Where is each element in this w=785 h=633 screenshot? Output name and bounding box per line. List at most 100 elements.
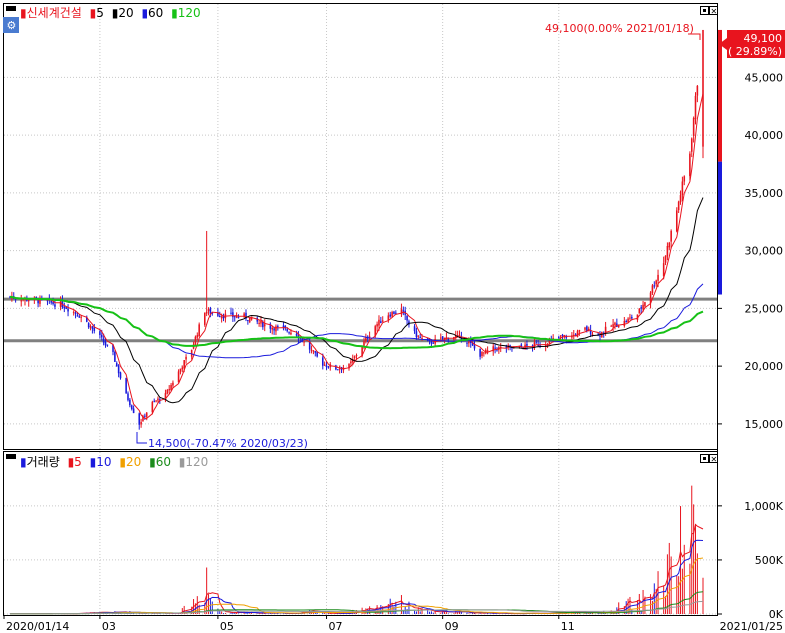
candle-body bbox=[380, 321, 382, 324]
candle-body bbox=[220, 316, 223, 319]
candle-body bbox=[115, 363, 118, 367]
volume-panel-frame bbox=[3, 451, 718, 616]
candle-body bbox=[196, 335, 199, 338]
x-tick-label: 2020/01/14 bbox=[6, 620, 69, 633]
candle-body bbox=[151, 401, 154, 413]
ma-legend-120: 120 bbox=[178, 6, 201, 20]
candle-body bbox=[526, 343, 528, 346]
candle-body bbox=[273, 328, 275, 331]
candle-body bbox=[179, 368, 182, 372]
candle-body bbox=[288, 332, 290, 334]
x-tick-label: 03 bbox=[102, 620, 116, 633]
candle-body bbox=[275, 326, 277, 332]
volume-panel-icon[interactable] bbox=[6, 454, 16, 459]
candle-body bbox=[140, 421, 142, 425]
candle-body bbox=[338, 368, 341, 370]
candle-body bbox=[91, 326, 94, 329]
candle-body bbox=[402, 310, 405, 312]
candle-body bbox=[395, 312, 397, 314]
candle-body bbox=[681, 181, 684, 196]
current-price-bar bbox=[718, 29, 722, 295]
candle-body bbox=[286, 329, 288, 332]
candle-body bbox=[100, 334, 103, 338]
candle-body bbox=[365, 337, 367, 342]
candle-body bbox=[106, 344, 109, 346]
candle-body bbox=[381, 320, 384, 322]
candle-body bbox=[466, 342, 468, 344]
settings-icon[interactable]: ⚙ bbox=[7, 19, 17, 32]
x-tick-label: 07 bbox=[329, 620, 343, 633]
candle-body bbox=[277, 326, 279, 328]
candle-body bbox=[591, 334, 594, 336]
candle-body bbox=[625, 321, 628, 323]
candle-body bbox=[130, 405, 133, 410]
candle-body bbox=[389, 314, 392, 317]
x-axis: 2020/01/14 03 05 07 09 11 2021/01/25 bbox=[3, 615, 783, 633]
candle-body bbox=[468, 341, 470, 344]
candle-body bbox=[610, 325, 613, 327]
candle-body bbox=[76, 315, 79, 317]
candle-body bbox=[271, 327, 274, 330]
candle-body bbox=[181, 367, 184, 370]
price-tick-label: 30,000 bbox=[745, 245, 784, 258]
stock-chart-window: 15,000 20,000 25,000 30,000 35,000 40,000 45,0… bbox=[0, 0, 785, 633]
candle-body bbox=[479, 348, 481, 357]
candle-body bbox=[209, 308, 212, 314]
candle-body bbox=[247, 320, 249, 322]
candle-body bbox=[177, 371, 180, 383]
candle-body bbox=[185, 356, 187, 360]
price-panel-icon[interactable] bbox=[6, 6, 16, 11]
candle-body bbox=[263, 324, 266, 327]
candle-body bbox=[561, 334, 564, 337]
candle-body bbox=[378, 319, 380, 326]
high-price-annotation: 49,100(0.00% 2021/01/18) bbox=[545, 22, 694, 35]
vol-ma-legend-5: 5 bbox=[74, 455, 82, 469]
x-tick-label: 11 bbox=[561, 620, 575, 633]
price-tick-label: 20,000 bbox=[745, 360, 784, 373]
candle-body bbox=[145, 412, 148, 417]
candle-body bbox=[559, 335, 562, 337]
candle-body bbox=[153, 400, 156, 402]
price-tick-label: 35,000 bbox=[745, 187, 784, 200]
candle-body bbox=[670, 230, 672, 242]
candle-body bbox=[486, 350, 489, 352]
candle-body bbox=[127, 393, 129, 401]
candle-body bbox=[230, 312, 232, 314]
candle-body bbox=[20, 300, 23, 302]
vol-ma-legend-60: 60 bbox=[156, 455, 171, 469]
candle-body bbox=[664, 255, 667, 263]
volume-axis: 0K500K1,000K bbox=[717, 500, 784, 621]
candle-body bbox=[99, 331, 101, 336]
candle-body bbox=[494, 347, 496, 349]
x-tick-label: 2021/01/25 bbox=[720, 620, 783, 633]
volume-tick-label: 1,000K bbox=[744, 500, 783, 513]
candle-body bbox=[415, 331, 418, 338]
candle-body bbox=[52, 301, 54, 304]
candle-body bbox=[290, 332, 292, 335]
candle-body bbox=[640, 307, 642, 309]
candle-body bbox=[432, 342, 435, 344]
ma-legend-20: 20 bbox=[118, 6, 133, 20]
candle-body bbox=[355, 355, 358, 357]
candle-body bbox=[74, 312, 77, 314]
candle-body bbox=[168, 389, 170, 391]
candle-body bbox=[509, 345, 511, 347]
candle-body bbox=[614, 322, 616, 326]
candle-body bbox=[387, 315, 390, 320]
candle-body bbox=[63, 306, 66, 309]
candle-body bbox=[657, 274, 659, 281]
candle-body bbox=[690, 138, 693, 152]
vol-ma-legend-20: 20 bbox=[126, 455, 141, 469]
candle-body bbox=[327, 366, 330, 368]
volume-title: 거래량 bbox=[27, 455, 60, 469]
candle-body bbox=[89, 326, 92, 328]
candle-body bbox=[325, 365, 328, 367]
candle-body bbox=[170, 384, 172, 391]
candle-body bbox=[417, 335, 420, 337]
candle-body bbox=[232, 312, 234, 318]
candle-body bbox=[644, 302, 646, 307]
candle-body bbox=[441, 336, 444, 340]
candle-body bbox=[144, 415, 146, 417]
candle-body bbox=[483, 352, 485, 354]
candle-body bbox=[376, 324, 378, 327]
